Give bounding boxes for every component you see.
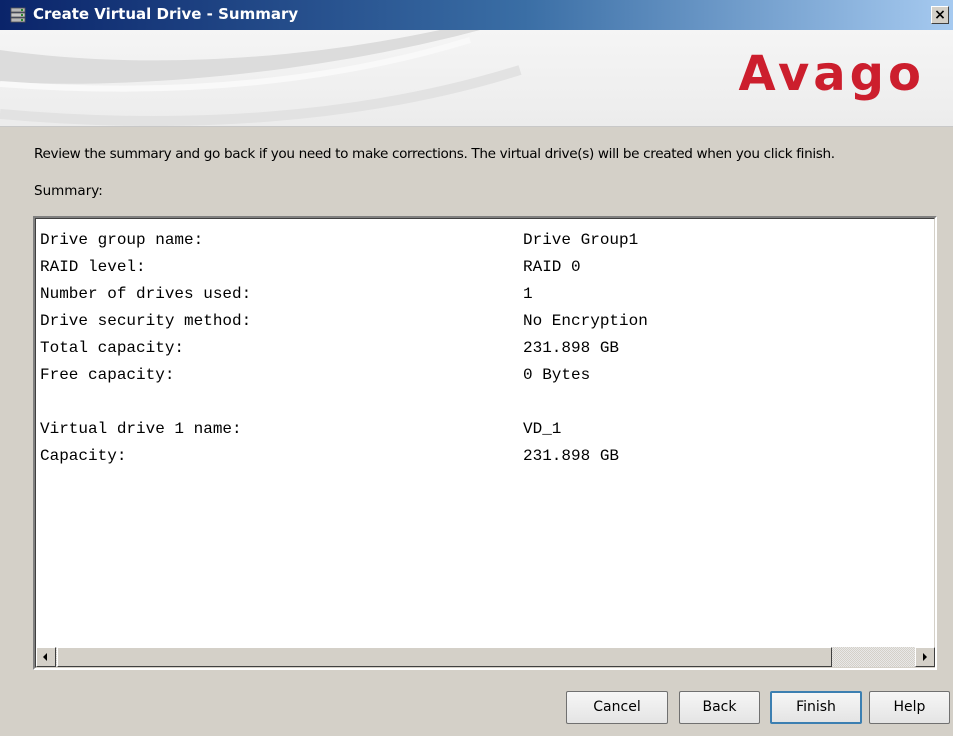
close-button[interactable]: × [931,6,949,24]
summary-label: Summary: [34,183,103,199]
summary-row: Virtual drive 1 name: VD_1 [40,416,920,443]
horizontal-scrollbar[interactable] [36,647,935,667]
close-icon: × [934,7,946,23]
summary-spacer [40,389,920,416]
back-button[interactable]: Back [679,691,760,724]
summary-row: Number of drives used: 1 [40,281,920,308]
summary-row: Drive group name: Drive Group1 [40,227,920,254]
summary-row-label: Free capacity: [40,366,175,384]
cancel-button[interactable]: Cancel [566,691,668,724]
summary-row-label: RAID level: [40,258,146,276]
summary-row-value: RAID 0 [523,258,581,276]
summary-row-value: 231.898 GB [523,447,620,465]
help-button[interactable]: Help [869,691,950,724]
summary-row: Free capacity: 0 Bytes [40,362,920,389]
scrollbar-thumb[interactable] [57,647,832,667]
summary-row-value: VD_1 [523,420,562,438]
summary-content: Drive group name: Drive Group1 RAID leve… [40,227,920,470]
header-banner: Avago [0,30,953,127]
arrow-right-icon [923,653,927,661]
summary-row-label: Capacity: [40,447,127,465]
avago-logo: Avago [738,46,925,102]
window-title: Create Virtual Drive - Summary [33,5,299,23]
finish-button[interactable]: Finish [770,691,862,724]
summary-row-label: Drive security method: [40,312,252,330]
summary-row: Total capacity: 231.898 GB [40,335,920,362]
summary-row: Capacity: 231.898 GB [40,443,920,470]
summary-text-area[interactable]: Drive group name: Drive Group1 RAID leve… [33,216,937,670]
summary-row-value: No Encryption [523,312,648,330]
summary-row-label: Drive group name: [40,231,204,249]
summary-row-value: 1 [523,285,533,303]
arrow-left-icon [43,653,47,661]
instructions-text: Review the summary and go back if you ne… [34,146,835,162]
summary-row-value: 0 Bytes [523,366,591,384]
scroll-right-button[interactable] [915,647,935,667]
summary-row: RAID level: RAID 0 [40,254,920,281]
summary-row-label: Virtual drive 1 name: [40,420,242,438]
summary-row-label: Number of drives used: [40,285,252,303]
summary-row: Drive security method: No Encryption [40,308,920,335]
summary-row-label: Total capacity: [40,339,185,357]
summary-row-value: 231.898 GB [523,339,620,357]
title-bar: Create Virtual Drive - Summary × [0,0,953,30]
summary-row-value: Drive Group1 [523,231,639,249]
scroll-left-button[interactable] [36,647,56,667]
database-icon [10,7,26,23]
